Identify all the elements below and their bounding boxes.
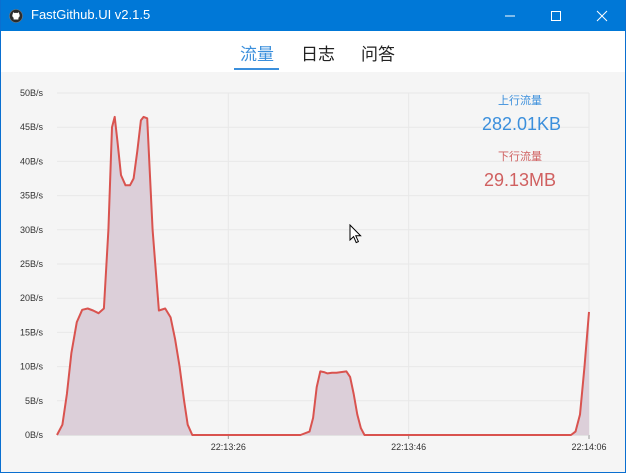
download-traffic-value: 29.13MB	[484, 170, 557, 190]
minimize-icon	[505, 15, 515, 17]
x-tick-label: 22:13:26	[211, 442, 246, 452]
y-tick-label: 40B/s	[20, 156, 44, 166]
tab-traffic[interactable]: 流量	[240, 40, 274, 65]
y-tick-label: 5B/s	[25, 396, 44, 406]
minimize-button[interactable]	[487, 0, 533, 31]
y-tick-label: 0B/s	[25, 430, 44, 440]
active-tab-indicator	[234, 68, 279, 70]
window-title: FastGithub.UI v2.1.5	[31, 7, 151, 22]
x-tick-label: 22:13:46	[391, 442, 426, 452]
mouse-pointer-icon	[349, 224, 362, 244]
title-bar[interactable]: FastGithub.UI v2.1.5	[1, 0, 625, 31]
tab-logs[interactable]: 日志	[301, 40, 335, 65]
github-app-icon	[9, 8, 23, 23]
x-tick-label: 22:14:06	[571, 442, 606, 452]
upload-traffic-label: 上行流量	[498, 94, 542, 107]
y-tick-label: 50B/s	[20, 88, 44, 98]
maximize-icon	[551, 11, 561, 21]
close-icon	[596, 10, 608, 22]
tab-faq[interactable]: 问答	[361, 40, 395, 65]
y-tick-label: 15B/s	[20, 327, 44, 337]
y-tick-label: 45B/s	[20, 122, 44, 132]
y-tick-label: 35B/s	[20, 191, 44, 201]
tab-bar: 流量 日志 问答	[1, 31, 625, 72]
close-button[interactable]	[579, 0, 625, 31]
download-traffic-label: 下行流量	[498, 150, 542, 163]
y-tick-label: 30B/s	[20, 225, 44, 235]
y-tick-label: 25B/s	[20, 259, 44, 269]
traffic-area-fill	[57, 116, 589, 436]
traffic-chart: 0B/s 5B/s 10B/s 15B/s 20B/s 25B/s 30B/s 35B/s 40…	[1, 72, 625, 472]
upload-traffic-value: 282.01KB	[482, 114, 562, 134]
app-window: FastGithub.UI v2.1.5 流量 日志 问答 0B/s 5B/s 10…	[0, 0, 626, 473]
y-tick-label: 20B/s	[20, 293, 44, 303]
y-tick-label: 10B/s	[20, 362, 44, 372]
maximize-button[interactable]	[533, 0, 579, 31]
